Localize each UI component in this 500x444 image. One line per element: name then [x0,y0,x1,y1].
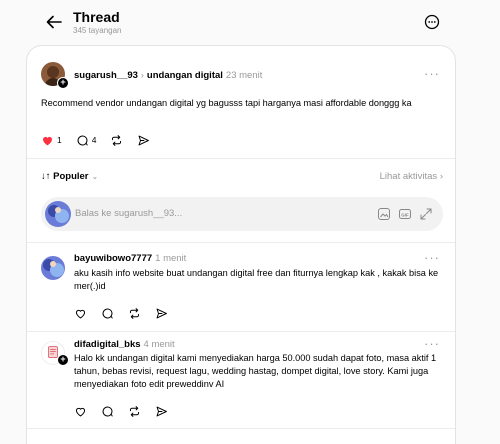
repost-button[interactable] [110,134,123,147]
thread-card: + sugarush__93 › undangan digital 23 menit … [26,45,456,444]
share-button[interactable] [137,134,150,147]
reply-actions [74,306,182,320]
image-icon[interactable] [377,207,391,221]
reply-text: Halo kk undangan digital kami menyediaka… [74,353,437,389]
follow-plus-icon[interactable]: + [57,77,69,89]
reply-actions [74,404,182,418]
reply-username[interactable]: difadigital_bks [74,339,141,350]
back-arrow-icon[interactable] [44,12,64,32]
divider [27,242,455,243]
reply-more-icon[interactable]: ··· [424,251,440,264]
share-button[interactable] [155,405,168,418]
like-button[interactable]: 1 [41,134,62,147]
comment-icon [102,308,113,318]
repost-icon [129,405,140,417]
reply-text: aku kasih info website buat undangan dig… [74,268,439,291]
heart-icon [75,407,86,417]
reply-more-icon[interactable]: ··· [424,337,440,350]
divider [27,331,455,332]
post-more-icon[interactable]: ··· [424,67,440,80]
repost-button[interactable] [128,405,141,418]
expand-icon[interactable] [419,207,433,221]
more-options-circle-icon[interactable] [424,14,440,30]
chevron-down-icon: ⌄ [91,172,99,181]
view-activity-label: Lihat aktivitas [379,171,438,182]
comment-icon [77,135,88,145]
like-button[interactable] [74,307,87,320]
gif-icon[interactable]: GIF [398,207,412,221]
heart-icon [75,309,86,319]
post-text: Recommend vendor undangan digital yg bag… [41,98,412,108]
reply-input-box[interactable]: Balas ke sugarush__93... GIF [41,197,443,231]
view-count: 345 tayangan [73,26,122,35]
sort-dropdown[interactable]: ↓↑ Populer ⌄ [41,171,98,182]
own-avatar [45,201,71,227]
comment-icon [102,406,113,416]
send-icon [156,406,167,416]
post-username[interactable]: sugarush__93 [74,70,138,81]
post-actions: 1 4 [41,133,164,147]
divider [27,428,455,429]
sort-arrows-icon: ↓↑ [41,171,51,182]
repost-button[interactable] [128,307,141,320]
sort-row: ↓↑ Populer ⌄ Lihat aktivitas › [41,171,443,185]
post-time: 23 menit [225,70,263,81]
like-button[interactable] [74,405,87,418]
reply-meta: bayuwibowo7777 1 menit [74,253,186,265]
avatar[interactable] [41,256,65,280]
svg-text:GIF: GIF [401,212,409,217]
reply-meta: difadigital_bks 4 menit [74,339,175,351]
comment-button[interactable] [101,307,114,320]
view-activity-link[interactable]: Lihat aktivitas › [380,171,443,182]
reply-username[interactable]: bayuwibowo7777 [74,253,152,264]
divider [27,158,455,159]
sort-label: Populer [53,171,89,182]
send-icon [156,308,167,318]
reply-tools: GIF [370,207,433,221]
reply-to-target[interactable]: undangan digital [147,70,223,81]
reply-placeholder: Balas ke sugarush__93... [75,208,183,219]
like-count: 1 [57,135,62,145]
heart-filled-icon [43,136,52,145]
chevron-right-icon: › [140,70,144,80]
send-icon [139,135,150,145]
reply-time: 4 menit [143,339,175,350]
reply-time: 1 menit [155,253,187,264]
share-button[interactable] [155,307,168,320]
repost-icon [129,307,140,319]
comment-count: 4 [91,135,97,145]
comment-button[interactable] [101,405,114,418]
post-meta: sugarush__93 › undangan digital 23 menit [74,69,262,82]
page-title: Thread [73,9,120,25]
follow-plus-icon[interactable]: + [57,354,69,366]
thread-header: Thread 345 tayangan [0,0,500,45]
repost-icon [112,134,122,146]
comment-button[interactable]: 4 [76,134,97,147]
